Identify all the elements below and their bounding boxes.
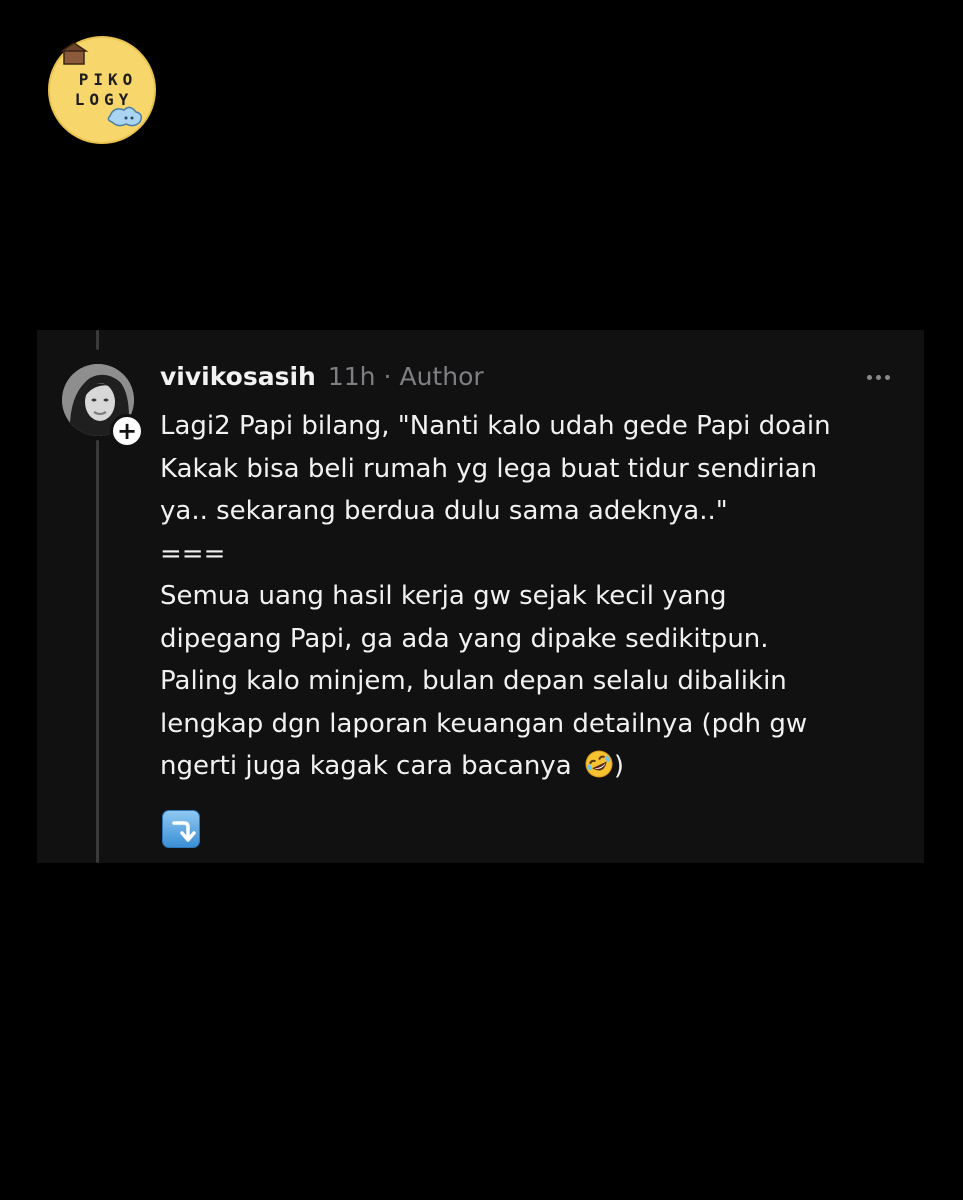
comment-line: === (160, 538, 226, 569)
comment-line: dipegang Papi, ga ada yang dipake sediki… (160, 623, 769, 654)
comment-body: Lagi2 Papi bilang, "Nanti kalo udah gede… (160, 405, 900, 788)
comment-line-last: ngerti juga kagak cara bacanya ) (160, 745, 900, 788)
thread-line-top (96, 330, 99, 350)
comment-line: Semua uang hasil kerja gw sejak kecil ya… (160, 581, 727, 611)
logo-text-line1: PIKO (78, 70, 138, 89)
comment-line: lengkap dgn laporan keuangan detailnya (… (160, 708, 808, 739)
username[interactable]: vivikosasih (160, 362, 316, 391)
comment-line: Paling kalo minjem, bulan depan selalu d… (160, 666, 787, 696)
arrow-down-key-icon (162, 810, 200, 848)
separator-dot: · (383, 362, 392, 391)
comment-line: ya.. sekarang berdua dulu sama adeknya..… (160, 496, 728, 526)
thread-line (96, 440, 99, 863)
closing-paren: ) (613, 751, 625, 781)
logo-text-line2: LOGY (74, 90, 134, 109)
comment-line: Kakak bisa beli rumah yg lega buat tidur… (160, 453, 818, 484)
piko-logy-logo: PIKO LOGY (48, 36, 156, 144)
author-tag: Author (399, 362, 484, 391)
rolling-on-floor-laughing-emoji-icon (585, 750, 613, 778)
timestamp: 11h (327, 362, 376, 391)
follow-plus-icon[interactable]: + (110, 414, 144, 448)
comment-line-text: ngerti juga kagak cara bacanya (160, 751, 572, 781)
more-options-icon[interactable] (858, 362, 898, 392)
comment-line: Lagi2 Papi bilang, "Nanti kalo udah gede… (160, 411, 831, 441)
comment-header: vivikosasih 11h · Author (160, 362, 484, 398)
